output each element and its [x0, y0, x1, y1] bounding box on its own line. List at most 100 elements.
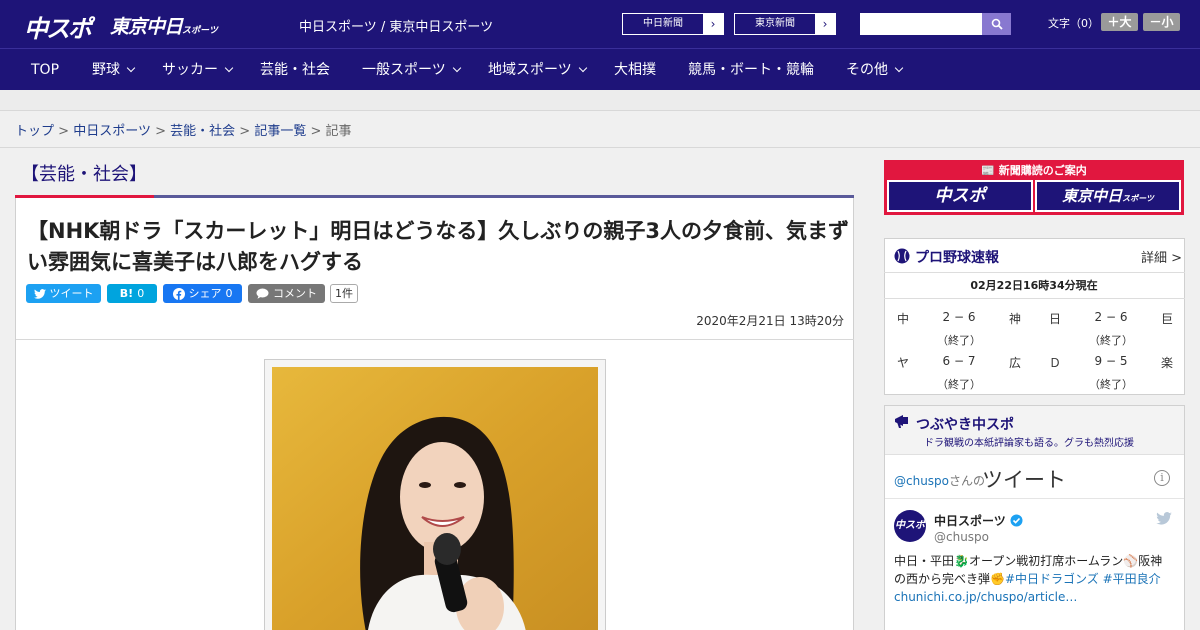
breadcrumb-separator: >: [310, 124, 322, 139]
baseball-emoji-icon: ⚾: [1123, 554, 1139, 568]
nav-racing[interactable]: 競馬・ボート・競輪: [688, 49, 814, 91]
chuspo-logo[interactable]: 中スポ: [24, 9, 92, 44]
nav-entertainment[interactable]: 芸能・社会: [260, 49, 330, 91]
scores-updated-time: 02月22日16時34分現在: [970, 279, 1098, 292]
main-nav: TOP 野球 サッカー 芸能・社会 一般スポーツ 地域スポーツ 大相撲 競馬・ボ…: [0, 48, 1200, 90]
tokyo-shimbun-link[interactable]: 東京新聞 ›: [734, 13, 836, 35]
comment-count-badge[interactable]: 1件: [330, 284, 358, 303]
divider: [884, 272, 1185, 273]
chevron-down-icon: [452, 63, 461, 73]
chevron-down-icon: [224, 63, 234, 73]
nav-label: 地域スポーツ: [488, 62, 572, 78]
hatena-bookmark-button[interactable]: B! 0: [107, 284, 157, 303]
avatar[interactable]: 中スポ: [894, 510, 926, 542]
nav-baseball[interactable]: 野球: [92, 49, 136, 91]
nav-label: 競馬・ボート・競輪: [688, 62, 814, 78]
tweet-share-label: ツイート: [49, 287, 94, 300]
chunichi-shimbun-link[interactable]: 中日新聞 ›: [622, 13, 724, 35]
subscription-banner[interactable]: 📰 新聞購読のご案内 中スポ 東京中日スポーツ: [884, 160, 1184, 215]
chevron-down-icon: [126, 63, 136, 73]
subscription-tokyo-logo: 東京中日スポーツ: [1037, 182, 1179, 213]
chevron-down-icon: [578, 63, 587, 73]
subscription-tokyo-small: スポーツ: [1122, 194, 1154, 203]
category-title: 【芸能・社会】: [21, 164, 147, 185]
game-4-score[interactable]: 9 − 5: [1071, 354, 1151, 368]
subscription-chuspo-logo: 中スポ: [934, 186, 986, 206]
tweet-author-text: 中日スポーツ: [934, 514, 1006, 528]
subscription-tokyo-link[interactable]: 東京中日スポーツ: [1035, 180, 1181, 212]
site-names: 中日スポーツ / 東京中日スポーツ: [299, 20, 494, 35]
twitter-handle-heading: @chuspoさんの: [894, 472, 985, 489]
tokyo-logo-small: スポーツ: [182, 26, 218, 36]
font-smaller-button[interactable]: －小: [1143, 13, 1180, 31]
nav-soccer[interactable]: サッカー: [162, 49, 234, 91]
twitter-bird-icon: [33, 288, 46, 299]
hashtag-link[interactable]: #中日ドラゴンズ: [1005, 572, 1099, 586]
search-input[interactable]: [860, 13, 983, 35]
twitter-handle-link[interactable]: @chuspo: [894, 474, 949, 488]
subscription-title-text: 新聞購読のご案内: [998, 164, 1087, 177]
game-4-status: （終了）: [1089, 378, 1133, 391]
paper-link-label: 東京新聞: [755, 18, 795, 29]
nav-label: サッカー: [162, 62, 218, 78]
subscription-title: 📰 新聞購読のご案内: [884, 162, 1184, 178]
breadcrumb-link-top[interactable]: トップ: [15, 124, 54, 139]
game-2-score[interactable]: 2 − 6: [1071, 310, 1151, 324]
tokyo-logo-main: 東京中日: [110, 16, 183, 38]
portrait-photo-image: [272, 367, 598, 630]
ad-strip: [0, 90, 1200, 111]
nav-general-sports[interactable]: 一般スポーツ: [362, 49, 461, 91]
article-photo[interactable]: [272, 367, 598, 630]
breadcrumb-link-chunichi-sports[interactable]: 中日スポーツ: [73, 124, 151, 139]
breadcrumb-link-entertainment[interactable]: 芸能・社会: [170, 124, 235, 139]
tweet-text-part: 中日・平田: [894, 554, 955, 568]
nav-top[interactable]: TOP: [31, 49, 59, 91]
comment-label: コメント: [273, 287, 317, 300]
game-3-away-team: 広: [1009, 356, 1022, 370]
breadcrumb-link-article-list[interactable]: 記事一覧: [254, 124, 306, 139]
scores-detail-link[interactable]: 詳細 >: [1141, 247, 1182, 266]
facebook-share-button[interactable]: シェア 0: [163, 284, 242, 303]
nav-sumo[interactable]: 大相撲: [614, 49, 656, 91]
speech-bubble-icon: [256, 288, 269, 299]
tweet-text: 中日・平田🐉オープン戦初打席ホームラン⚾阪神の西から完べき弾✊#中日ドラゴンズ …: [894, 552, 1174, 606]
divider: [0, 147, 1200, 148]
game-3-home-team: ヤ: [897, 356, 910, 370]
nav-label: TOP: [31, 62, 60, 78]
font-larger-button[interactable]: ＋大: [1101, 13, 1138, 31]
top-header: 中スポ 東京中日スポーツ 中日スポーツ / 東京中日スポーツ 中日新聞 › 東京…: [0, 0, 1200, 48]
subscription-tokyo-main: 東京中日: [1062, 187, 1123, 205]
facebook-count: 0: [225, 287, 233, 300]
tweet-article-link[interactable]: chunichi.co.jp/chuspo/article…: [894, 590, 1077, 604]
facebook-share-label: シェア: [188, 287, 222, 300]
info-icon[interactable]: i: [1154, 470, 1170, 486]
tweet-heading: ツイート: [982, 468, 1066, 492]
nav-label: 野球: [92, 62, 120, 78]
hashtag-link[interactable]: #平田良介: [1103, 572, 1161, 586]
twitter-bird-icon[interactable]: [1156, 512, 1172, 525]
nav-label: 芸能・社会: [260, 62, 330, 78]
tweet-author-name[interactable]: 中日スポーツ: [934, 512, 1023, 529]
chevron-right-icon: ›: [815, 14, 835, 34]
search-button[interactable]: [982, 13, 1011, 35]
twitter-handle-suffix: さんの: [949, 474, 986, 488]
tweet-share-button[interactable]: ツイート: [26, 284, 101, 303]
font-size-label: 文字（0）: [1048, 17, 1099, 30]
divider: [885, 498, 1184, 499]
subscription-chuspo-link[interactable]: 中スポ: [887, 180, 1033, 212]
nav-label: その他: [846, 62, 888, 78]
divider: [16, 339, 854, 340]
nav-other[interactable]: その他: [846, 49, 904, 91]
game-1-score[interactable]: 2 − 6: [919, 310, 999, 324]
game-1-home-team: 中: [897, 312, 910, 326]
paper-link-label: 中日新聞: [643, 18, 683, 29]
chevron-right-icon: ›: [703, 14, 723, 34]
tweet-author-handle[interactable]: @chuspo: [934, 530, 989, 544]
comment-button[interactable]: コメント: [248, 284, 325, 303]
baseball-icon: [894, 248, 910, 264]
game-3-score[interactable]: 6 − 7: [919, 354, 999, 368]
game-2-home-team: 日: [1049, 312, 1062, 326]
game-2-away-team: 巨: [1161, 312, 1174, 326]
nav-regional-sports[interactable]: 地域スポーツ: [488, 49, 587, 91]
tokyo-chunichi-logo[interactable]: 東京中日スポーツ: [110, 12, 218, 39]
